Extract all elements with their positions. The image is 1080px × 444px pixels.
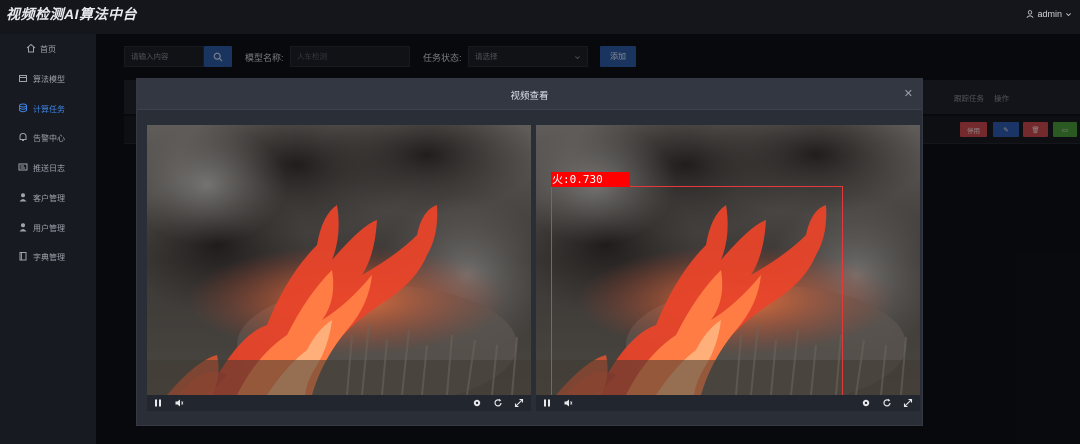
sidebar-item-push-logs[interactable]: 推送日志 [0, 155, 96, 179]
settings-icon[interactable] [861, 398, 871, 408]
user-icon [1026, 10, 1034, 18]
sidebar-item-label: 算法模型 [33, 75, 65, 84]
sidebar-item-label: 推送日志 [33, 164, 65, 173]
pause-icon[interactable] [542, 398, 552, 408]
message-icon [18, 163, 28, 171]
fullscreen-icon[interactable] [514, 398, 524, 408]
pause-icon[interactable] [153, 398, 163, 408]
video-controls [147, 395, 531, 411]
user-menu[interactable]: admin [1026, 9, 1072, 19]
modal-header: 视频查看 ✕ [137, 79, 922, 110]
sidebar-item-label: 告警中心 [33, 134, 65, 143]
cube-icon [19, 75, 27, 82]
bell-icon [19, 132, 27, 141]
video-player-original[interactable] [147, 125, 531, 411]
chevron-down-icon [1066, 12, 1071, 16]
sidebar-item-home[interactable]: 首页 [0, 36, 96, 60]
book-icon [19, 252, 27, 261]
sidebar-item-dictionary[interactable]: 字典管理 [0, 244, 96, 268]
top-bar: 视频检测AI算法中台 admin [0, 0, 1080, 34]
detection-label: 火:0.730 [551, 172, 630, 187]
sidebar-item-label: 客户管理 [33, 194, 65, 203]
refresh-icon[interactable] [882, 398, 892, 408]
user-icon [19, 193, 27, 202]
sidebar: 首页 算法模型 计算任务 告警中心 推送日志 客户管理 用户管理 字典管理 [0, 34, 96, 444]
database-icon [19, 103, 27, 113]
detection-box [551, 186, 843, 398]
sidebar-item-label: 用户管理 [33, 224, 65, 233]
sidebar-item-label: 首页 [40, 45, 56, 54]
video-controls [536, 395, 920, 411]
sidebar-item-label: 字典管理 [33, 253, 65, 262]
sidebar-item-label: 计算任务 [33, 105, 65, 114]
fire-video-frame [147, 125, 531, 395]
username: admin [1037, 9, 1062, 19]
sidebar-item-users[interactable]: 用户管理 [0, 215, 96, 239]
user-icon [19, 223, 27, 232]
home-icon [26, 43, 36, 53]
volume-icon[interactable] [174, 398, 184, 408]
sidebar-item-tasks[interactable]: 计算任务 [0, 96, 96, 120]
sidebar-item-models[interactable]: 算法模型 [0, 66, 96, 90]
sidebar-item-customers[interactable]: 客户管理 [0, 185, 96, 209]
volume-icon[interactable] [563, 398, 573, 408]
sidebar-item-alerts[interactable]: 告警中心 [0, 125, 96, 149]
modal-title: 视频查看 [510, 91, 549, 102]
fullscreen-icon[interactable] [903, 398, 913, 408]
refresh-icon[interactable] [493, 398, 503, 408]
settings-icon[interactable] [472, 398, 482, 408]
video-player-detected[interactable]: 火:0.730 [536, 125, 920, 411]
video-modal: 视频查看 ✕ 火:0.730 [136, 78, 923, 426]
close-icon[interactable]: ✕ [904, 87, 913, 100]
app-title: 视频检测AI算法中台 [6, 6, 137, 22]
